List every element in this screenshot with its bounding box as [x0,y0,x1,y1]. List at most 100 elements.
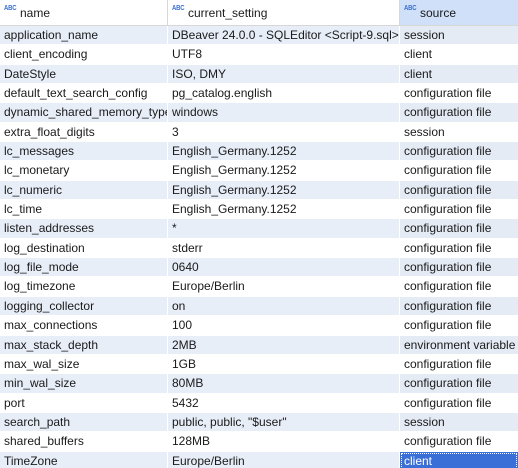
cell-name[interactable]: listen_addresses [0,219,168,238]
cell-name[interactable]: lc_monetary [0,161,168,180]
cell-current-setting[interactable]: 1GB [168,354,400,374]
cell-source[interactable]: configuration file [400,296,518,316]
cell-name[interactable]: DateStyle [0,64,168,84]
cell-current-setting[interactable]: Europe/Berlin [168,451,400,468]
table-row[interactable]: max_connections 100 configuration file [0,316,518,336]
cell-current-setting[interactable]: 128MB [168,432,400,451]
cell-name[interactable]: log_timezone [0,277,168,296]
column-header-current-setting[interactable]: ABC current_setting [168,0,400,25]
cell-source[interactable]: client [400,451,518,468]
results-grid[interactable]: ABC name ABC current_setting ABC source … [0,0,518,468]
cell-current-setting[interactable]: pg_catalog.english [168,84,400,103]
cell-name[interactable]: log_file_mode [0,258,168,277]
cell-current-setting[interactable]: windows [168,103,400,122]
column-header-source[interactable]: ABC source [400,0,518,25]
table-row[interactable]: logging_collector on configuration file [0,296,518,317]
cell-name[interactable]: lc_time [0,200,168,219]
cell-name[interactable]: max_stack_depth [0,335,168,354]
cell-name[interactable]: default_text_search_config [0,84,168,103]
cell-name[interactable]: application_name [0,26,168,45]
cell-source[interactable]: configuration file [400,354,518,374]
cell-source[interactable]: configuration file [400,393,518,412]
cell-source[interactable]: client [400,45,518,64]
cell-current-setting[interactable]: Europe/Berlin [168,277,400,296]
cell-name[interactable]: client_encoding [0,45,168,64]
table-row[interactable]: extra_float_digits 3 session [0,122,518,143]
cell-source[interactable]: configuration file [400,200,518,219]
cell-source[interactable]: configuration file [400,142,518,161]
cell-source[interactable]: session [400,122,518,142]
cell-name[interactable]: logging_collector [0,296,168,316]
table-row[interactable]: max_wal_size 1GB configuration file [0,354,518,375]
cell-current-setting[interactable]: public, public, "$user" [168,412,400,432]
table-row[interactable]: application_name DBeaver 24.0.0 - SQLEdit… [0,26,518,46]
cell-current-setting[interactable]: 5432 [168,393,400,412]
cell-source[interactable]: configuration file [400,84,518,103]
table-row[interactable]: dynamic_shared_memory_type windows configu… [0,103,518,123]
cell-name[interactable]: shared_buffers [0,432,168,451]
cell-current-setting[interactable]: 80MB [168,374,400,393]
cell-source[interactable]: configuration file [400,161,518,180]
cell-current-setting[interactable]: stderr [168,238,400,258]
table-row[interactable]: search_path public, public, "$user" sessio… [0,412,518,433]
cell-source[interactable]: configuration file [400,432,518,451]
cell-name[interactable]: lc_numeric [0,180,168,200]
cell-name[interactable]: extra_float_digits [0,122,168,142]
grid-header: ABC name ABC current_setting ABC source [0,0,518,26]
cell-name[interactable]: log_destination [0,238,168,258]
table-row[interactable]: port 5432 configuration file [0,393,518,413]
cell-source[interactable]: session [400,26,518,45]
cell-current-setting[interactable]: English_Germany.1252 [168,161,400,180]
cell-name[interactable]: max_connections [0,316,168,335]
cell-source[interactable]: configuration file [400,180,518,200]
column-header-label: name [20,5,51,20]
table-row[interactable]: DateStyle ISO, DMY client [0,64,518,85]
table-row[interactable]: shared_buffers 128MB configuration file [0,432,518,452]
cell-source[interactable]: configuration file [400,258,518,277]
table-row[interactable]: listen_addresses * configuration file [0,219,518,239]
cell-current-setting[interactable]: ISO, DMY [168,64,400,84]
cell-source[interactable]: configuration file [400,238,518,258]
cell-name[interactable]: port [0,393,168,412]
table-row[interactable]: max_stack_depth 2MB environment variable [0,335,518,355]
table-row[interactable]: TimeZone Europe/Berlin client [0,451,518,468]
cell-source[interactable]: configuration file [400,103,518,122]
cell-current-setting[interactable]: 100 [168,316,400,335]
table-row[interactable]: client_encoding UTF8 client [0,45,518,65]
cell-current-setting[interactable]: English_Germany.1252 [168,200,400,219]
cell-name[interactable]: min_wal_size [0,374,168,393]
column-header-name[interactable]: ABC name [0,0,168,25]
table-row[interactable]: log_timezone Europe/Berlin configuration f… [0,277,518,297]
cell-source[interactable]: environment variable [400,335,518,354]
table-row[interactable]: lc_messages English_Germany.1252 configura… [0,142,518,162]
cell-current-setting[interactable]: DBeaver 24.0.0 - SQLEditor <Script-9.sql… [168,26,400,45]
table-row[interactable]: log_destination stderr configuration file [0,238,518,259]
cell-current-setting[interactable]: 3 [168,122,400,142]
cell-name[interactable]: dynamic_shared_memory_type [0,103,168,122]
grid-body: application_name DBeaver 24.0.0 - SQLEdit… [0,26,518,468]
cell-source[interactable]: configuration file [400,277,518,296]
cell-current-setting[interactable]: English_Germany.1252 [168,180,400,200]
table-row[interactable]: default_text_search_config pg_catalog.eng… [0,84,518,104]
cell-source[interactable]: configuration file [400,374,518,393]
column-header-label: current_setting [188,5,268,20]
cell-current-setting[interactable]: English_Germany.1252 [168,142,400,161]
cell-name[interactable]: search_path [0,412,168,432]
cell-name[interactable]: lc_messages [0,142,168,161]
table-row[interactable]: lc_numeric English_Germany.1252 configurat… [0,180,518,201]
cell-source[interactable]: client [400,64,518,84]
table-row[interactable]: lc_time English_Germany.1252 configuration… [0,200,518,220]
cell-current-setting[interactable]: * [168,219,400,238]
table-row[interactable]: log_file_mode 0640 configuration file [0,258,518,278]
cell-source[interactable]: session [400,412,518,432]
cell-source[interactable]: configuration file [400,219,518,238]
cell-current-setting[interactable]: UTF8 [168,45,400,64]
cell-source[interactable]: configuration file [400,316,518,335]
cell-current-setting[interactable]: on [168,296,400,316]
table-row[interactable]: min_wal_size 80MB configuration file [0,374,518,394]
cell-current-setting[interactable]: 2MB [168,335,400,354]
cell-name[interactable]: max_wal_size [0,354,168,374]
cell-name[interactable]: TimeZone [0,451,168,468]
cell-current-setting[interactable]: 0640 [168,258,400,277]
table-row[interactable]: lc_monetary English_Germany.1252 configura… [0,161,518,181]
